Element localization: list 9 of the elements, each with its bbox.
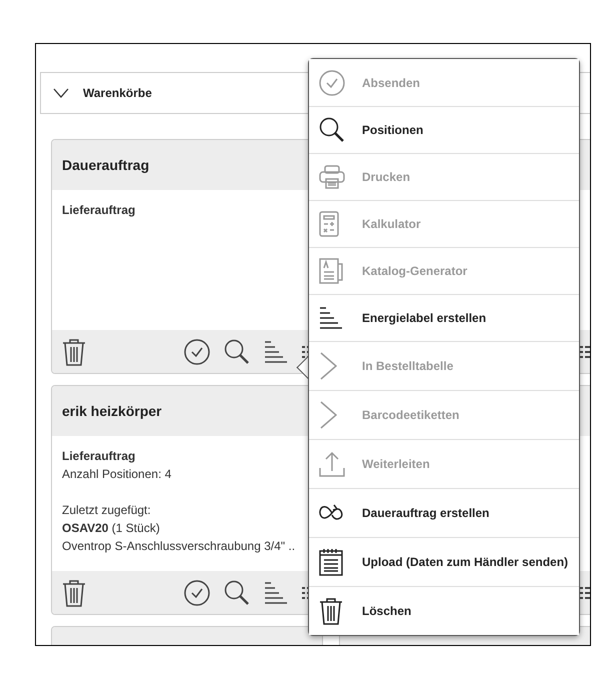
cart-detail: Lieferauftrag	[62, 448, 136, 465]
cart-detail: Zuletzt zugefügt:	[62, 502, 152, 519]
cart-title: Dauerauftrag	[62, 157, 150, 173]
section-title: Warenkörbe	[83, 86, 152, 100]
cart-detail: OSAV20 (1 Stück)	[62, 520, 161, 537]
cart-detail: Lieferauftrag	[62, 202, 136, 219]
cart-detail: Anzahl Positionen: 4	[62, 466, 172, 483]
cart-detail: Oventrop S-Anschlussverschraubung 3/4" ..	[62, 538, 296, 555]
cart-title: erik heizkörper	[62, 403, 162, 419]
